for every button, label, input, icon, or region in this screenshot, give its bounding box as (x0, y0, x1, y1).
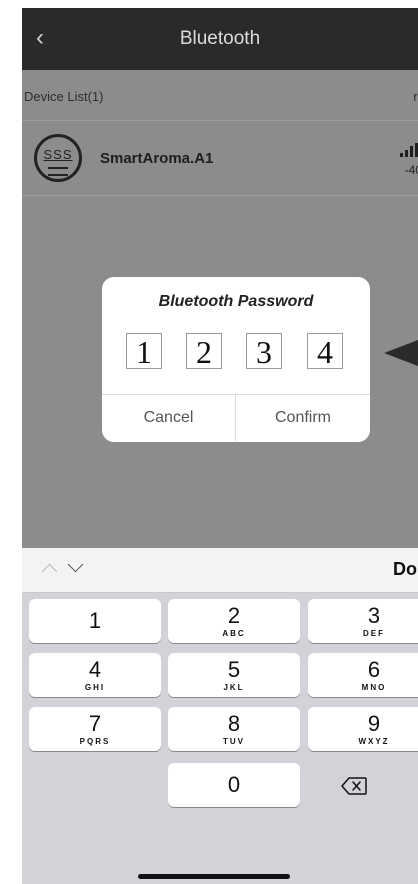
key-8[interactable]: 8 TUV (168, 707, 300, 751)
key-7[interactable]: 7 PQRS (29, 707, 161, 751)
dialog-title: Bluetooth Password (158, 293, 314, 310)
key-4[interactable]: 4 GHI (29, 653, 161, 697)
next-field-icon[interactable] (67, 556, 84, 573)
done-button[interactable]: Don (393, 559, 418, 580)
key-1[interactable]: 1 (29, 599, 161, 643)
password-dialog: Bluetooth Password 1 2 3 4 Cancel Confir… (102, 277, 370, 442)
key-digit: 9 (367, 711, 381, 736)
key-letters: WXYZ (358, 737, 390, 746)
password-digit-3[interactable]: 3 (246, 333, 282, 370)
key-letters: MNO (361, 683, 387, 692)
key-2[interactable]: 2 ABC (168, 599, 300, 643)
home-indicator (138, 874, 290, 879)
numeric-keyboard: Don 1 2 ABC 3 DEF 4 GHI 5 JKL 6 MNO 7 PQ… (22, 548, 418, 884)
key-0[interactable]: 0 (168, 763, 300, 807)
key-letters: JKL (223, 683, 245, 692)
device-row[interactable]: SSS SmartAroma.A1 -40 dB (22, 121, 418, 196)
pointer-arrow-icon (384, 340, 418, 366)
previous-field-icon[interactable] (41, 563, 58, 580)
key-digit: 2 (227, 603, 241, 628)
device-list-label: Device List(1) (24, 89, 104, 104)
key-9[interactable]: 9 WXYZ (308, 707, 418, 751)
key-digit: 3 (367, 603, 381, 628)
key-digit: 4 (88, 657, 102, 682)
backspace-icon[interactable] (341, 777, 367, 795)
key-digit: 6 (367, 657, 381, 682)
signal-rssi: -40 dB (404, 163, 418, 177)
password-digit-1[interactable]: 1 (126, 333, 162, 370)
signal-strength-icon (400, 143, 418, 157)
refresh-button[interactable]: refre (413, 89, 418, 104)
key-letters: DEF (363, 629, 385, 638)
key-digit: 0 (227, 772, 241, 797)
confirm-button[interactable]: Confirm (236, 395, 370, 442)
key-5[interactable]: 5 JKL (168, 653, 300, 697)
device-list-header: Device List(1) refre (22, 70, 418, 121)
password-digit-2[interactable]: 2 (186, 333, 222, 370)
cancel-button[interactable]: Cancel (102, 395, 236, 442)
key-letters: PQRS (79, 737, 111, 746)
key-letters: TUV (223, 737, 245, 746)
device-logo-icon: SSS (34, 134, 82, 182)
key-digit: 8 (227, 711, 241, 736)
key-letters: ABC (222, 629, 246, 638)
keyboard-toolbar: Don (22, 548, 418, 593)
app-frame: ‹ Bluetooth Device List(1) refre SSS Sma… (22, 0, 418, 884)
key-digit: 5 (227, 657, 241, 682)
key-3[interactable]: 3 DEF (308, 599, 418, 643)
dialog-buttons: Cancel Confirm (102, 394, 370, 442)
key-6[interactable]: 6 MNO (308, 653, 418, 697)
password-digit-4[interactable]: 4 (307, 333, 343, 370)
device-name: SmartAroma.A1 (100, 150, 214, 167)
nav-bar: ‹ Bluetooth (22, 8, 418, 70)
key-letters: GHI (84, 683, 106, 692)
logo-lines (48, 167, 68, 176)
key-digit: 7 (88, 711, 102, 736)
page-title: Bluetooth (179, 28, 261, 49)
logo-text: SSS (43, 147, 73, 162)
key-digit: 1 (88, 608, 102, 633)
